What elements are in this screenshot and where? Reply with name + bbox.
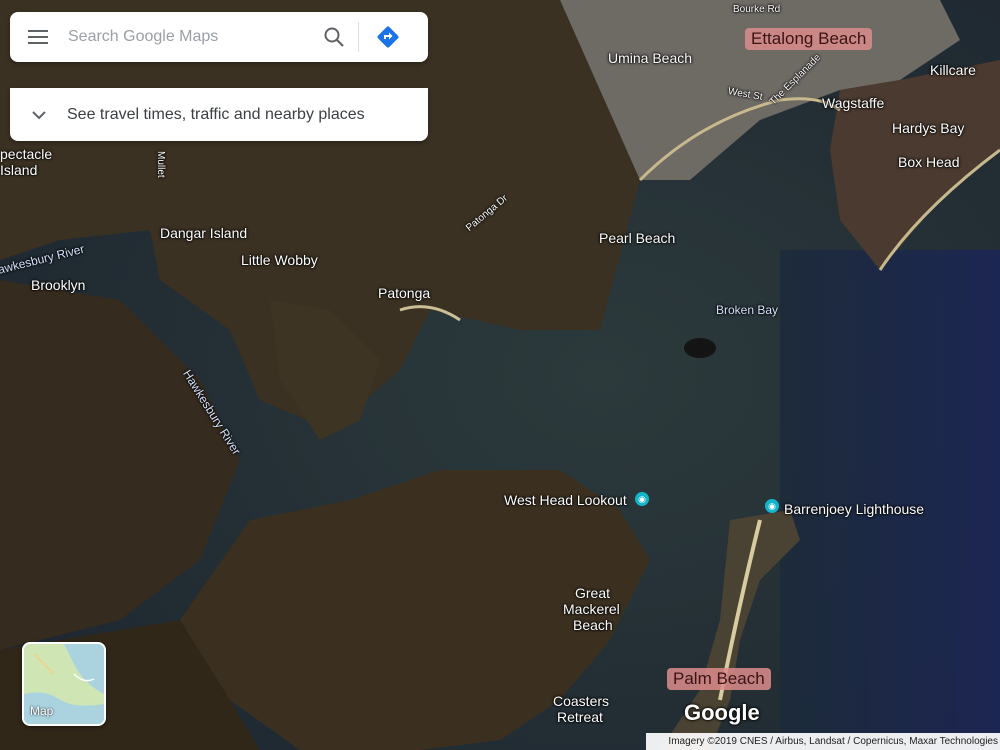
place-label-spectacle-island-2[interactable]: Island (0, 162, 37, 178)
imagery-attribution[interactable]: Imagery ©2019 CNES / Airbus, Landsat / C… (646, 733, 1000, 750)
place-label-hardys-bay[interactable]: Hardys Bay (892, 120, 964, 136)
travel-times-bar[interactable]: See travel times, traffic and nearby pla… (10, 88, 428, 141)
place-label-umina-beach[interactable]: Umina Beach (608, 50, 692, 66)
chevron-down-icon (31, 110, 46, 119)
place-label-killcare[interactable]: Killcare (930, 62, 976, 78)
place-label-coasters-retreat-2[interactable]: Retreat (557, 709, 603, 725)
search-box (10, 12, 428, 62)
water-label-broken-bay: Broken Bay (716, 303, 779, 317)
travel-chevron (10, 88, 67, 141)
place-label-box-head[interactable]: Box Head (898, 154, 959, 170)
satellite-map[interactable]: See travel times, traffic and nearby pla… (0, 0, 1000, 750)
place-label-ettalong-beach[interactable]: Ettalong Beach (745, 28, 873, 50)
place-label-wagstaffe[interactable]: Wagstaffe (822, 95, 884, 111)
place-label-great-mackerel-3[interactable]: Beach (573, 617, 613, 633)
place-label-pearl-beach[interactable]: Pearl Beach (599, 230, 675, 246)
place-label-palm-beach[interactable]: Palm Beach (667, 668, 771, 690)
travel-times-text: See travel times, traffic and nearby pla… (67, 105, 365, 123)
place-label-coasters-retreat-1[interactable]: Coasters (553, 693, 609, 709)
road-label-bourke-rd: Bourke Rd (733, 4, 781, 15)
directions-icon (377, 26, 399, 48)
map-type-label: Map (30, 704, 54, 718)
map-type-toggle[interactable]: Map (22, 642, 106, 726)
camera-pin-icon[interactable]: ◉ (765, 499, 779, 513)
poi-label-barrenjoey-lighthouse[interactable]: Barrenjoey Lighthouse (784, 501, 924, 517)
directions-button[interactable] (359, 12, 417, 62)
place-label-great-mackerel-2[interactable]: Mackerel (563, 601, 620, 617)
menu-button[interactable] (10, 12, 66, 62)
road-label-mullet: Mullet (155, 151, 166, 178)
hamburger-menu-icon (28, 30, 48, 44)
search-button[interactable] (310, 12, 358, 62)
search-icon (324, 27, 344, 47)
place-label-spectacle-island-1[interactable]: pectacle (0, 146, 52, 162)
google-logo: Google (684, 700, 760, 725)
place-label-patonga[interactable]: Patonga (378, 285, 430, 301)
search-input[interactable] (66, 16, 310, 58)
poi-label-west-head-lookout[interactable]: West Head Lookout (504, 492, 627, 508)
place-label-little-wobby[interactable]: Little Wobby (241, 252, 318, 268)
camera-pin-icon[interactable]: ◉ (635, 492, 649, 506)
place-label-brooklyn[interactable]: Brooklyn (31, 277, 85, 293)
place-label-dangar-island[interactable]: Dangar Island (160, 225, 247, 241)
place-label-great-mackerel-1[interactable]: Great (575, 585, 610, 601)
